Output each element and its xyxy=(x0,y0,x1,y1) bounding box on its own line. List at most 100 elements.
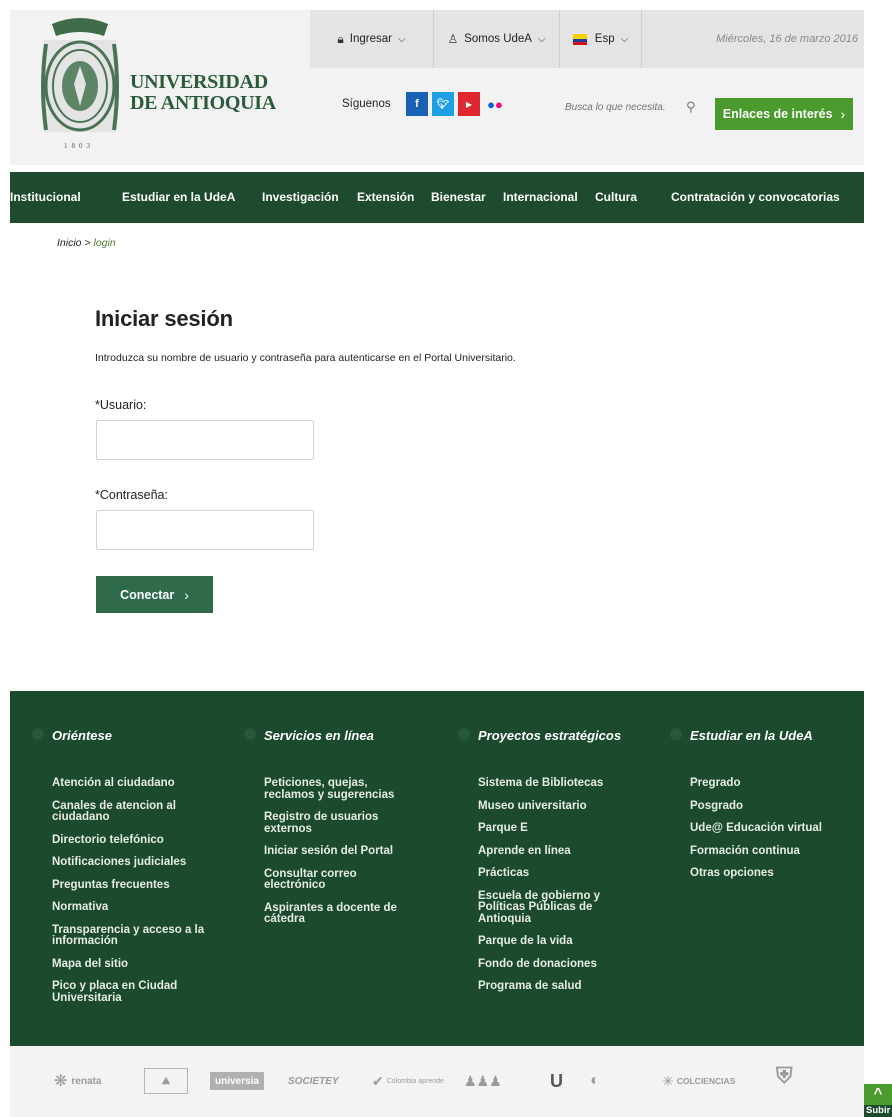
footer-link[interactable]: Sistema de Bibliotecas xyxy=(478,777,603,790)
footer-link[interactable]: Formación continua xyxy=(690,845,822,858)
nav-item-cultura[interactable]: Cultura xyxy=(595,190,637,204)
university-name: UNIVERSIDAD DE ANTIOQUIA xyxy=(130,72,276,114)
founding-year: 1803 xyxy=(64,142,94,150)
facebook-icon[interactable]: f xyxy=(406,92,428,116)
footer-heading: Servicios en línea xyxy=(264,728,374,743)
language-label: Esp xyxy=(594,33,615,45)
university-name-line1: UNIVERSIDAD xyxy=(130,71,268,93)
search-icon[interactable]: ⚲ xyxy=(686,99,696,115)
university-logo[interactable]: UNIVERSIDAD DE ANTIOQUIA 1803 xyxy=(38,14,288,160)
red-logo[interactable]: ⛰ xyxy=(144,1068,188,1094)
footer-link[interactable]: Iniciar sesión del Portal xyxy=(264,845,397,858)
acreditacion-logo[interactable]: ⛨ xyxy=(776,1056,793,1096)
footer-heading: Estudiar en la UdeA xyxy=(690,728,813,743)
bullet-icon xyxy=(244,728,256,740)
chevron-right-icon: › xyxy=(840,106,846,122)
links-of-interest-label: Enlaces de interés xyxy=(722,107,833,121)
societey-logo[interactable]: SOCIETEY xyxy=(288,1068,339,1094)
breadcrumb: Inicio > login xyxy=(57,237,116,249)
scroll-to-top-label: Subir xyxy=(864,1105,892,1117)
page-title: Iniciar sesión xyxy=(95,306,233,331)
footer-link[interactable]: Canales de atencion al ciudadano xyxy=(52,800,204,824)
login-menu-label: Ingresar xyxy=(349,33,392,45)
footer-link[interactable]: Posgrado xyxy=(690,800,822,813)
connect-button[interactable]: Conectar › xyxy=(96,576,213,613)
chevron-down-icon: ⌵ xyxy=(620,33,629,45)
footer-link[interactable]: Fondo de donaciones xyxy=(478,958,603,971)
nav-item-investigacion[interactable]: Investigación xyxy=(262,190,339,204)
search-input[interactable] xyxy=(565,101,680,113)
footer-link[interactable]: Aprende en línea xyxy=(478,845,603,858)
chevron-right-icon: › xyxy=(184,586,189,603)
nav-item-bienestar[interactable]: Bienestar xyxy=(431,190,486,204)
bullet-icon xyxy=(670,728,682,740)
connect-button-label: Conectar xyxy=(120,587,175,602)
footer-link[interactable]: Preguntas frecuentes xyxy=(52,879,204,892)
universia-logo[interactable]: universia xyxy=(210,1072,264,1090)
footer-link[interactable]: Peticiones, quejas, reclamos y sugerenci… xyxy=(264,777,397,801)
footer-link[interactable]: Normativa xyxy=(52,901,204,914)
nav-item-contratacion[interactable]: Contratación y convocatorias xyxy=(671,190,840,204)
breadcrumb-current: login xyxy=(93,237,116,249)
corporacion-logo[interactable]: ◐ xyxy=(590,1068,600,1094)
youtube-icon[interactable]: ▶ xyxy=(458,92,480,116)
footer-link[interactable]: Directorio telefónico xyxy=(52,834,204,847)
footer-link[interactable]: Pregrado xyxy=(690,777,822,790)
breadcrumb-home[interactable]: Inicio xyxy=(57,237,82,249)
footer-link[interactable]: Parque de la vida xyxy=(478,935,603,948)
site-footer: Oriéntese Atención al ciudadano Canales … xyxy=(10,691,864,1046)
flickr-icon[interactable]: ● ● xyxy=(484,92,506,116)
footer-heading: Oriéntese xyxy=(52,728,112,743)
twitter-icon[interactable]: 🐦︎ xyxy=(432,92,454,116)
nav-item-institucional[interactable]: Institucional xyxy=(10,190,81,204)
somos-udea-menu[interactable]: ♙ Somos UdeA ⌵ xyxy=(434,10,560,68)
nav-item-extension[interactable]: Extensión xyxy=(357,190,414,204)
footer-heading: Proyectos estratégicos xyxy=(478,728,622,743)
password-input[interactable] xyxy=(96,510,314,550)
follow-us-label: Síguenos xyxy=(342,98,391,110)
footer-link[interactable]: Programa de salud xyxy=(478,980,603,993)
footer-link[interactable]: Notificaciones judiciales xyxy=(52,856,204,869)
scroll-to-top-button[interactable]: ^ Subir xyxy=(864,1084,892,1117)
search-box: ⚲ xyxy=(565,92,710,122)
u-logo[interactable]: U xyxy=(550,1068,563,1094)
colciencias-logo[interactable]: ✳ COLCIENCIAS xyxy=(662,1068,735,1094)
footer-link[interactable]: Prácticas xyxy=(478,867,603,880)
username-input[interactable] xyxy=(96,420,314,460)
current-date: Miércoles, 16 de marzo 2016 xyxy=(716,33,858,45)
lock-icon: 🔒︎ xyxy=(337,31,344,46)
chevron-down-icon: ⌵ xyxy=(397,33,406,45)
footer-link[interactable]: Consultar correo electrónico xyxy=(264,868,397,892)
chevron-up-icon: ^ xyxy=(873,1085,883,1102)
footer-link[interactable]: Aspirantes a docente de cátedra xyxy=(264,902,397,926)
nav-item-estudiar[interactable]: Estudiar en la UdeA xyxy=(122,190,235,204)
renata-logo[interactable]: ❋ renata xyxy=(54,1068,101,1094)
chevron-down-icon: ⌵ xyxy=(537,33,546,45)
colombia-flag-icon xyxy=(572,33,587,45)
login-menu[interactable]: 🔒︎ Ingresar ⌵ xyxy=(310,10,434,68)
breadcrumb-separator: > xyxy=(81,237,94,249)
university-seal-icon xyxy=(41,18,119,132)
footer-link[interactable]: Escuela de gobierno y Políticas Públicas… xyxy=(478,890,603,926)
nav-item-internacional[interactable]: Internacional xyxy=(503,190,578,204)
footer-link[interactable]: Ude@ Educación virtual xyxy=(690,822,822,835)
footer-link[interactable]: Parque E xyxy=(478,822,603,835)
user-icon: ♙ xyxy=(447,32,459,46)
language-selector[interactable]: Esp ⌵ xyxy=(560,10,642,68)
footer-link[interactable]: Mapa del sitio xyxy=(52,958,204,971)
footer-link[interactable]: Otras opciones xyxy=(690,867,822,880)
footer-link[interactable]: Registro de usuarios externos xyxy=(264,811,397,835)
links-of-interest-button[interactable]: Enlaces de interés › xyxy=(715,98,853,130)
bullet-icon xyxy=(458,728,470,740)
bullet-icon xyxy=(32,728,44,740)
username-label: *Usuario: xyxy=(95,398,147,412)
footer-link[interactable]: Pico y placa en Ciudad Universitaria xyxy=(52,980,204,1004)
footer-link[interactable]: Museo universitario xyxy=(478,800,603,813)
university-name-line2: DE ANTIOQUIA xyxy=(130,92,276,114)
talento-logo[interactable]: ♟♟♟ xyxy=(464,1068,502,1094)
login-description: Introduzca su nombre de usuario y contra… xyxy=(95,352,516,364)
footer-link[interactable]: Transparencia y acceso a la información xyxy=(52,924,204,948)
top-utility-bar: 🔒︎ Ingresar ⌵ ♙ Somos UdeA ⌵ Esp ⌵ Miérc… xyxy=(310,10,864,68)
footer-link[interactable]: Atención al ciudadano xyxy=(52,777,204,790)
colombia-aprende-logo[interactable]: ✔ Colombia aprende xyxy=(372,1068,444,1094)
